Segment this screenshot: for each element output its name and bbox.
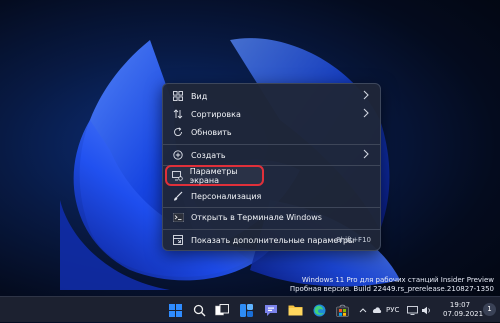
build-watermark: Windows 11 Pro для рабочих станций Insid… xyxy=(290,276,494,294)
file-explorer-icon[interactable] xyxy=(286,301,304,319)
cloud-icon[interactable] xyxy=(371,297,382,323)
tray-chevron-up-icon[interactable] xyxy=(359,297,367,323)
terminal-icon xyxy=(171,212,185,222)
clock-date: 07.09.2021 xyxy=(443,310,484,318)
teams-chat-icon[interactable] xyxy=(262,301,280,319)
volume-icon[interactable] xyxy=(421,297,432,323)
menu-item-show-more-options[interactable]: Показать дополнительные параметры Shift+… xyxy=(167,231,376,249)
menu-item-refresh[interactable]: Обновить xyxy=(167,123,376,141)
menu-item-label: Параметры экрана xyxy=(189,166,238,185)
watermark-line2: Пробная версия. Build 22449.rs_prereleas… xyxy=(289,285,494,293)
desktop-context-menu: Вид Сортировка Обновить Создать Параметр… xyxy=(162,83,381,251)
view-grid-icon xyxy=(171,91,185,101)
search-icon[interactable] xyxy=(190,301,208,319)
watermark-line1: Windows 11 Pro для рабочих станций Insid… xyxy=(301,276,494,284)
menu-item-label: Вид xyxy=(191,91,208,101)
menu-separator xyxy=(163,229,380,230)
network-icon[interactable] xyxy=(407,297,418,323)
display-settings-icon xyxy=(171,170,184,181)
language-indicator[interactable]: РУС xyxy=(386,297,399,323)
menu-item-personalize[interactable]: Персонализация xyxy=(167,187,376,205)
menu-item-label: Обновить xyxy=(191,127,232,137)
add-circle-icon xyxy=(171,150,185,160)
menu-item-label: Создать xyxy=(191,150,226,160)
tray-clock[interactable]: 19:07 07.09.2021 xyxy=(443,301,484,319)
sort-arrows-icon xyxy=(171,109,185,119)
start-icon[interactable] xyxy=(166,301,184,319)
more-options-icon xyxy=(171,235,185,245)
store-icon[interactable] xyxy=(333,301,351,319)
widgets-icon[interactable] xyxy=(237,301,255,319)
chevron-right-icon xyxy=(362,149,370,161)
menu-separator xyxy=(163,144,380,145)
shortcut-label: Shift+F10 xyxy=(336,236,371,244)
notification-badge[interactable]: 1 xyxy=(483,303,496,316)
menu-item-view[interactable]: Вид xyxy=(167,87,376,105)
taskbar: РУС 19:07 07.09.2021 1 xyxy=(0,296,500,322)
edge-icon[interactable] xyxy=(310,301,328,319)
menu-item-label: Открыть в Терминале Windows xyxy=(191,212,322,222)
menu-item-sort[interactable]: Сортировка xyxy=(167,105,376,123)
menu-item-open-terminal[interactable]: Открыть в Терминале Windows xyxy=(167,208,376,226)
task-view-icon[interactable] xyxy=(213,301,231,319)
menu-item-label: Персонализация xyxy=(191,191,262,201)
menu-item-display-settings[interactable]: Параметры экрана xyxy=(165,165,264,186)
refresh-icon xyxy=(171,127,185,137)
brush-icon xyxy=(171,191,185,201)
menu-item-new[interactable]: Создать xyxy=(167,146,376,164)
chevron-right-icon xyxy=(362,90,370,102)
menu-item-label: Показать дополнительные параметры xyxy=(191,235,355,245)
clock-time: 19:07 xyxy=(449,301,471,309)
chevron-right-icon xyxy=(362,108,370,120)
menu-item-label: Сортировка xyxy=(191,109,241,119)
